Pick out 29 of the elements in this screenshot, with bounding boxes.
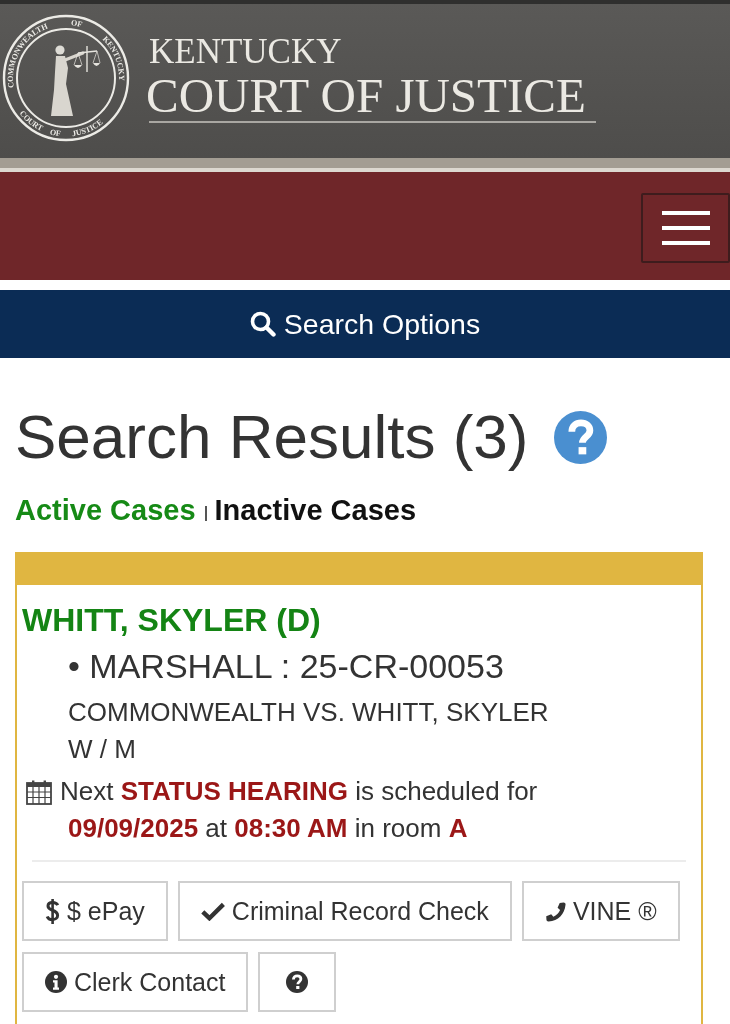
menu-icon: [661, 211, 710, 245]
vine-button[interactable]: VINE ®: [521, 881, 680, 942]
calendar-icon: [26, 780, 52, 806]
case-style-text: COMMONWEALTH VS. WHITT, SKYLER: [68, 696, 550, 730]
check-icon: [200, 901, 225, 921]
menu-button[interactable]: [641, 193, 730, 263]
help-button[interactable]: [258, 952, 337, 1013]
race-sex-text: W / M: [68, 733, 137, 767]
epay-button[interactable]: $ ePay: [22, 881, 168, 942]
case-filter-tab[interactable]: Active Cases: [15, 493, 196, 529]
seal-text: OF: [49, 127, 62, 139]
search-options-button[interactable]: Search Options: [0, 290, 730, 358]
logo-title-text: COURT OF JUSTICE: [146, 71, 586, 120]
party-name: WHITT, SKYLER (D): [22, 601, 322, 640]
question-icon: [286, 971, 309, 994]
seal-text: OF: [70, 18, 84, 30]
search-icon: [249, 311, 276, 337]
case-filter-tab[interactable]: Inactive Cases: [214, 493, 417, 529]
clerk-contact-button[interactable]: Clerk Contact: [22, 952, 249, 1013]
record-check-button[interactable]: Criminal Record Check: [177, 881, 512, 942]
next-hearing-text: Next STATUS HEARING is scheduled for 09/09/2025 at 08:30 AM in room A: [60, 775, 538, 846]
logo-title-text: KENTUCKY: [149, 34, 342, 69]
info-icon: [45, 971, 67, 994]
lady-justice-drawing: [51, 45, 101, 116]
help-icon[interactable]: [554, 410, 608, 464]
case-number: • MARSHALL : 25-CR-00053: [68, 645, 505, 687]
dollar-icon: [45, 897, 60, 925]
phone-icon: [544, 900, 566, 922]
page-title: Search Results (3): [15, 401, 529, 473]
